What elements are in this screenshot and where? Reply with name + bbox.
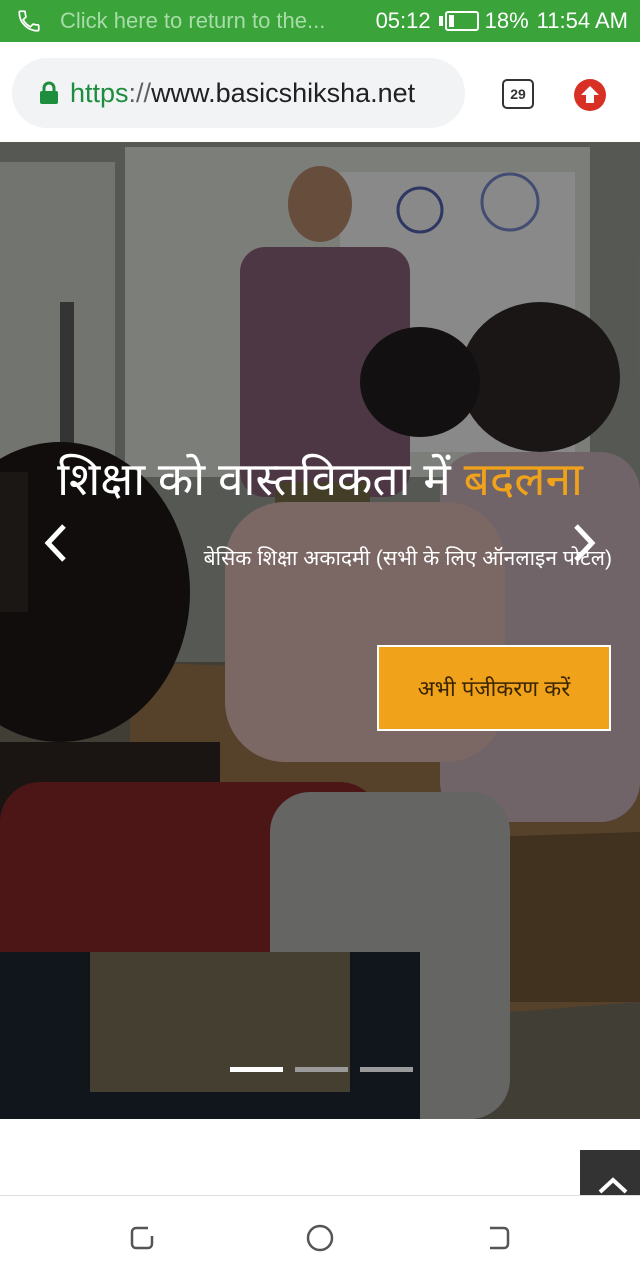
return-to-call-text[interactable]: Click here to return to the... bbox=[60, 8, 342, 34]
battery-percent: 18% bbox=[484, 8, 529, 33]
call-timer: 05:12 bbox=[375, 8, 431, 33]
battery-level-fill bbox=[448, 15, 454, 27]
hero-title-accent: बदलना bbox=[463, 453, 583, 505]
recents-icon[interactable] bbox=[128, 1224, 156, 1252]
hero-subtitle: बेसिक शिक्षा अकादमी (सभी के लिए ऑनलाइन प… bbox=[203, 547, 612, 570]
phone-icon[interactable] bbox=[16, 8, 42, 34]
hero-title: शिक्षा को वास्तविकता में बदलना bbox=[0, 447, 640, 509]
chevron-right-icon[interactable] bbox=[566, 520, 602, 566]
chevron-left-icon[interactable] bbox=[38, 520, 74, 566]
update-arrow-icon[interactable] bbox=[573, 78, 607, 112]
slide-indicator-2[interactable] bbox=[295, 1067, 348, 1072]
clock: 11:54 AM bbox=[536, 8, 628, 33]
register-now-button[interactable]: अभी पंजीकरण करें bbox=[377, 645, 611, 731]
url-bar[interactable]: https://www.basicshiksha.net bbox=[12, 58, 465, 128]
hero-title-main: शिक्षा को वास्तविकता में bbox=[57, 453, 464, 505]
hero-slider: शिक्षा को वास्तविकता में बदलना बेसिक शिक… bbox=[0, 142, 640, 1119]
lock-icon[interactable] bbox=[38, 81, 60, 105]
page-content bbox=[0, 1119, 640, 1197]
status-bar: Click here to return to the... 05:12 18%… bbox=[0, 0, 640, 42]
hero-overlay bbox=[0, 142, 640, 1119]
battery-icon bbox=[438, 11, 479, 31]
slide-indicator-3[interactable] bbox=[360, 1067, 413, 1072]
chevron-up-icon bbox=[598, 1177, 628, 1194]
slide-indicator-1[interactable] bbox=[230, 1067, 283, 1072]
home-icon[interactable] bbox=[306, 1224, 334, 1252]
url-scheme: https bbox=[70, 77, 129, 108]
browser-toolbar: https://www.basicshiksha.net 29 bbox=[0, 42, 640, 142]
url-separator: :// bbox=[128, 77, 152, 108]
tab-switcher-button[interactable]: 29 bbox=[502, 79, 534, 109]
slider-indicators bbox=[230, 1067, 413, 1072]
url-host: www.basicshiksha.net bbox=[151, 77, 416, 108]
back-icon[interactable] bbox=[484, 1224, 512, 1252]
url-text[interactable]: https://www.basicshiksha.net bbox=[70, 78, 415, 109]
scroll-to-top-button[interactable] bbox=[580, 1150, 640, 1200]
navigation-bar bbox=[0, 1195, 640, 1281]
